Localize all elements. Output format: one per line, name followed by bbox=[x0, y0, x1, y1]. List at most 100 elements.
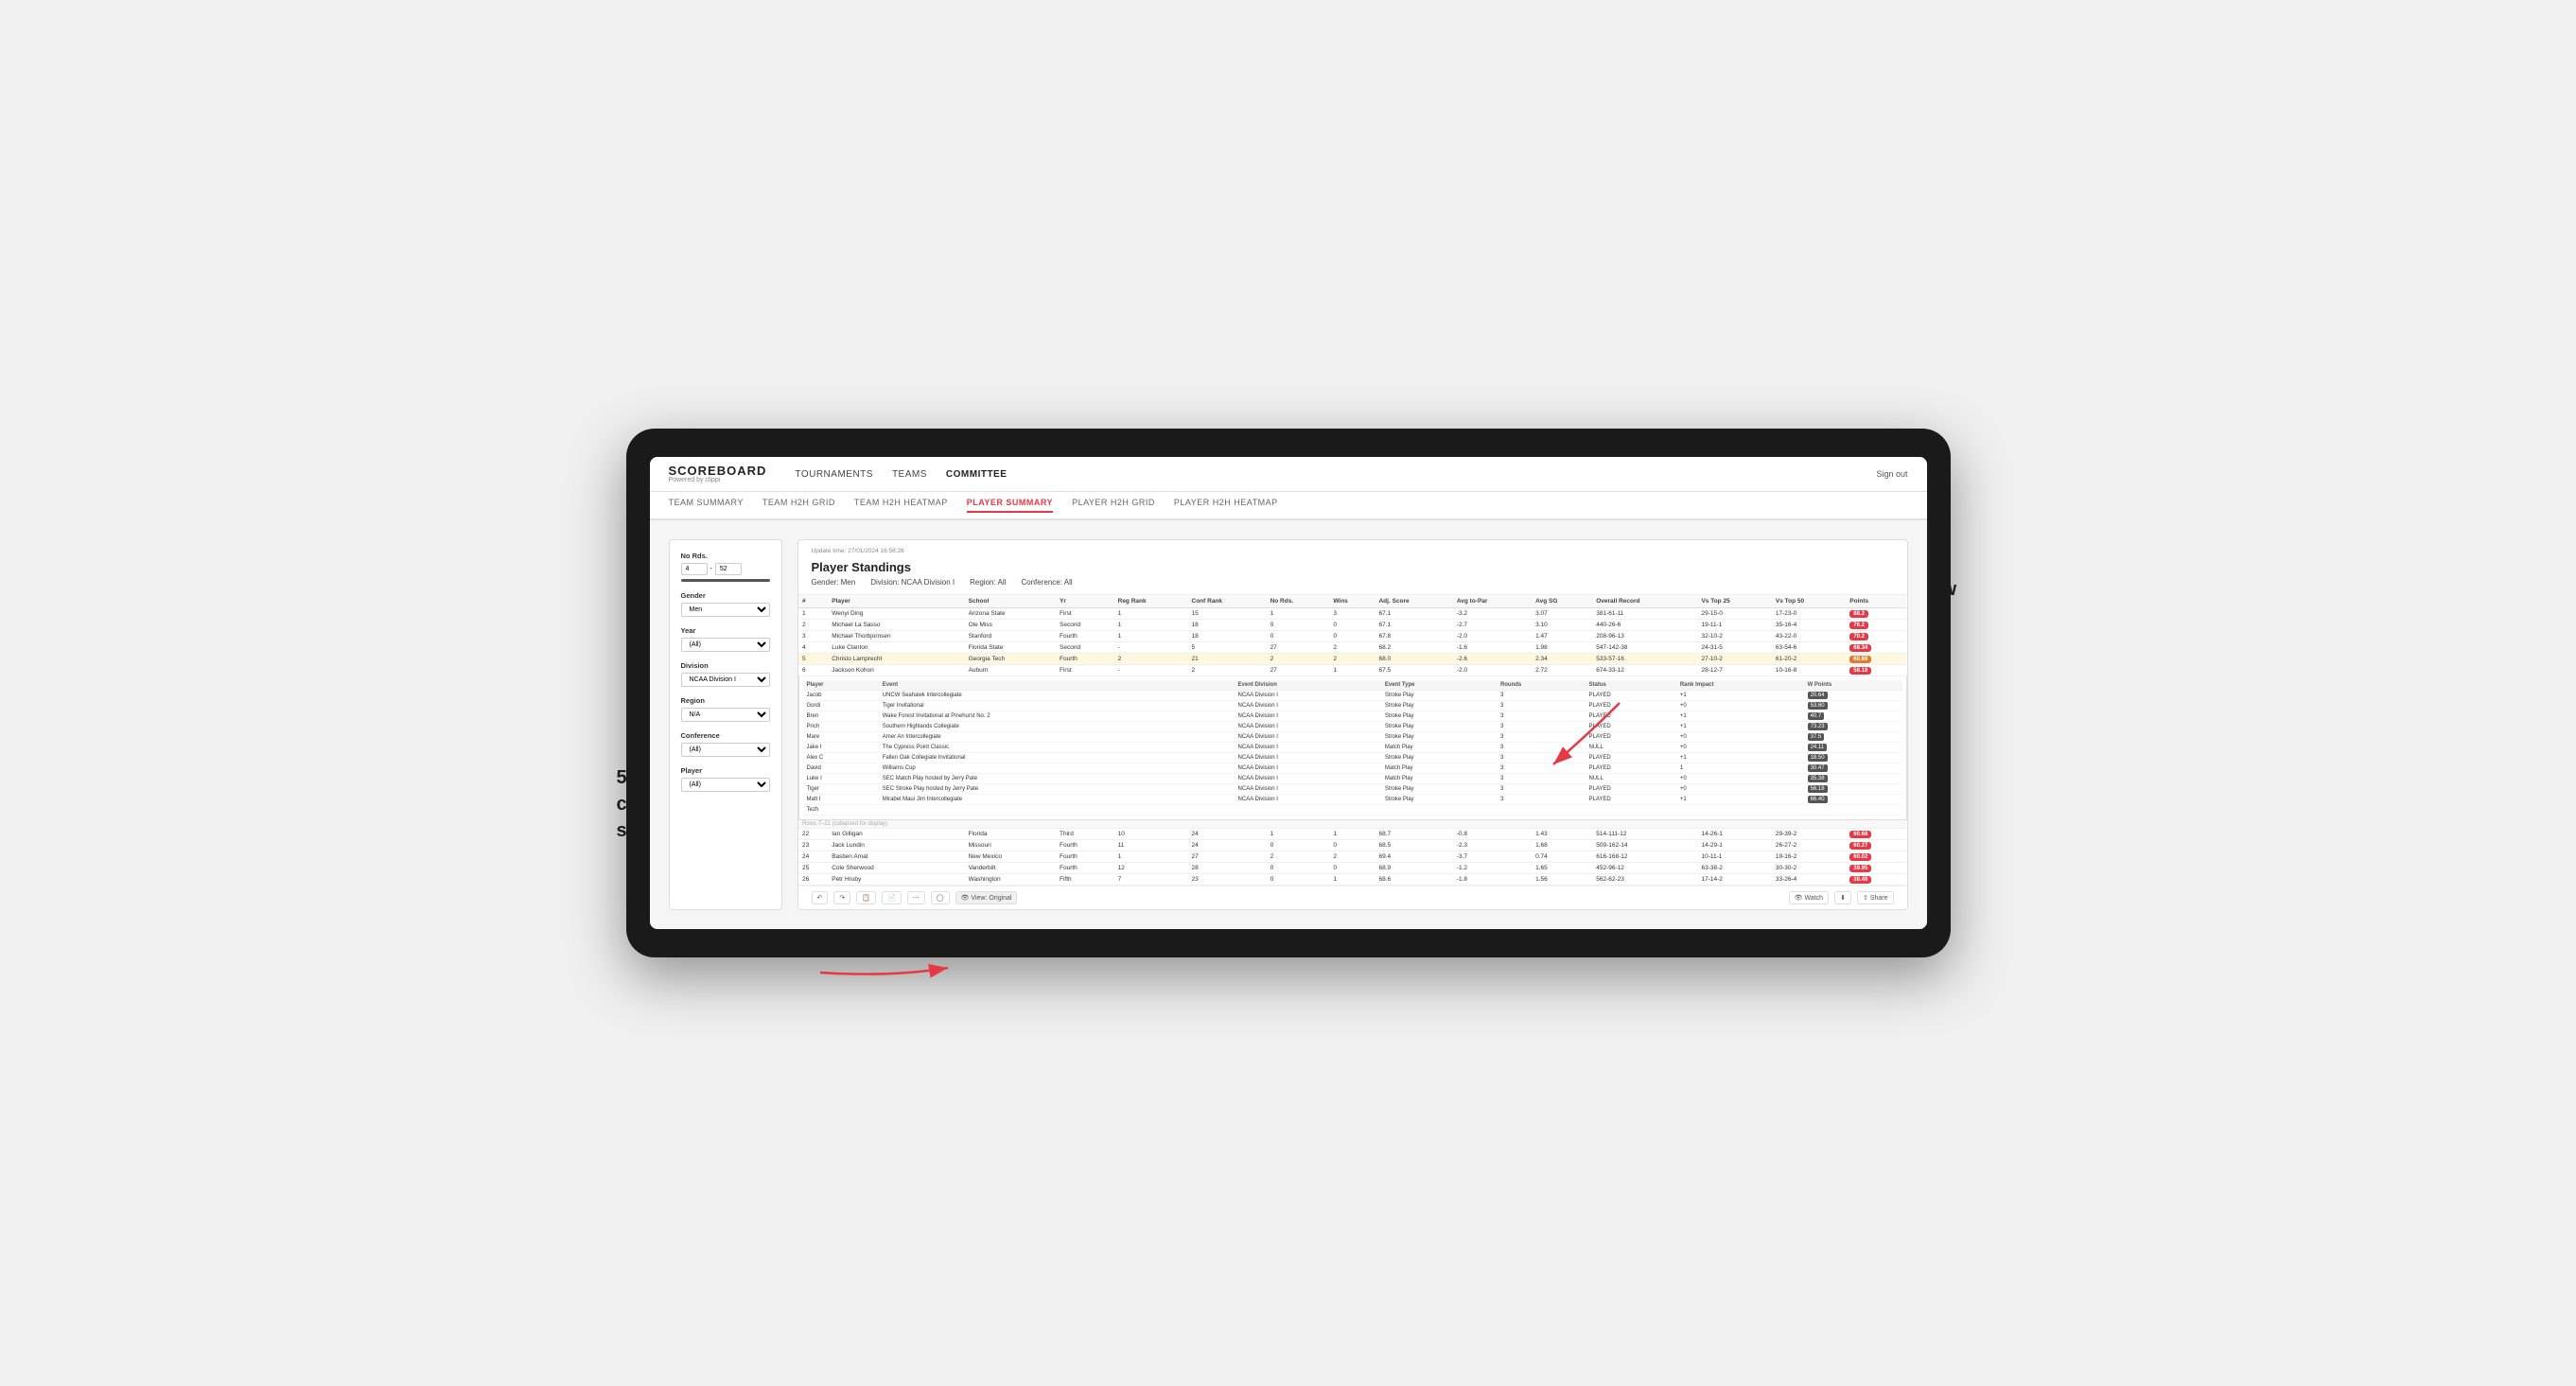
filter-region-section: Region N/A bbox=[681, 696, 770, 722]
tooltip-row: Player Event Event Division Event Type R… bbox=[798, 676, 1906, 820]
redo-button[interactable]: ↷ bbox=[833, 891, 850, 904]
points-badge[interactable]: 60.02 bbox=[1849, 853, 1871, 861]
data-panel-header: Update time: 27/01/2024 16:56:26 Player … bbox=[798, 540, 1907, 595]
th-rds: No Rds. bbox=[1267, 595, 1330, 608]
data-panel: Update time: 27/01/2024 16:56:26 Player … bbox=[797, 539, 1908, 910]
filter-no-rds-dash: - bbox=[710, 566, 712, 572]
th-vs25: Vs Top 25 bbox=[1697, 595, 1771, 608]
watch-button[interactable]: 👁 Watch bbox=[1789, 891, 1829, 904]
nav-link-teams[interactable]: TEAMS bbox=[892, 469, 927, 480]
filter-no-rds-label: No Rds. bbox=[681, 552, 770, 560]
view-label: View: Original bbox=[971, 895, 1011, 902]
tooltip-data-row: Matt IMirabel Maui Jim IntercollegiateNC… bbox=[803, 795, 1902, 805]
nav-right: Sign out bbox=[1876, 469, 1907, 479]
tooltip-data-row: MareAmer An IntercollegiateNCAA Division… bbox=[803, 732, 1902, 743]
sub-nav-player-summary[interactable]: PLAYER SUMMARY bbox=[967, 498, 1053, 513]
filter-no-rds-min[interactable] bbox=[681, 563, 708, 575]
th-adj-score: Adj. Score bbox=[1375, 595, 1452, 608]
paste-button[interactable]: 📄 bbox=[882, 891, 902, 904]
filter-player-select[interactable]: (All) bbox=[681, 778, 770, 792]
cell-points[interactable]: 88.2 bbox=[1846, 608, 1906, 620]
share-button[interactable]: ⇧ Share bbox=[1857, 891, 1894, 904]
cell-wins: 3 bbox=[1329, 608, 1375, 620]
points-badge[interactable]: 76.2 bbox=[1849, 622, 1868, 629]
tooltip-data-row: Alex CFallen Oak Collegiate Invitational… bbox=[803, 753, 1902, 763]
nav-link-committee[interactable]: COMMITTEE bbox=[946, 469, 1008, 480]
cell-reg-rank: 1 bbox=[1114, 608, 1188, 620]
cell-to-par: -3.2 bbox=[1453, 608, 1532, 620]
more-button[interactable]: ⋯ bbox=[907, 891, 925, 904]
tablet-frame: SCOREBOARD Powered by clippi TOURNAMENTS… bbox=[626, 429, 1951, 957]
nav-link-tournaments[interactable]: TOURNAMENTS bbox=[795, 469, 873, 480]
table-row: Rows 7–21 (collapsed for display) bbox=[798, 820, 1906, 829]
filter-slider-fill bbox=[681, 579, 770, 582]
copy-button[interactable]: 📋 bbox=[856, 891, 876, 904]
table-scroll-area[interactable]: # Player School Yr Reg Rank Conf Rank No… bbox=[798, 595, 1907, 886]
cell-rank: 1 bbox=[798, 608, 828, 620]
cell-record: 381-61-11 bbox=[1592, 608, 1697, 620]
sign-out-link[interactable]: Sign out bbox=[1876, 469, 1907, 479]
filter-conference-select[interactable]: (All) bbox=[681, 743, 770, 757]
data-panel-filters: Gender: Men Division: NCAA Division I Re… bbox=[812, 578, 1894, 587]
points-badge[interactable]: 60.89 bbox=[1849, 656, 1871, 663]
filter-gender-select[interactable]: Men Women bbox=[681, 603, 770, 617]
tooltip-table: Player Event Event Division Event Type R… bbox=[803, 680, 1902, 816]
points-badge[interactable]: 88.2 bbox=[1849, 610, 1868, 618]
nav-bar: SCOREBOARD Powered by clippi TOURNAMENTS… bbox=[650, 457, 1927, 492]
points-badge[interactable]: 60.68 bbox=[1849, 831, 1871, 838]
sub-nav-team-summary[interactable]: TEAM SUMMARY bbox=[669, 498, 744, 513]
share-icon: ⇧ bbox=[1863, 894, 1868, 902]
view-original-button[interactable]: 👁 View: Original bbox=[955, 891, 1018, 904]
tooltip-data-row: JacobUNCW Seahawk IntercollegiateNCAA Di… bbox=[803, 691, 1902, 701]
tooltip-data-row: Jake IThe Cypress Point ClassicNCAA Divi… bbox=[803, 743, 1902, 753]
tooltip-cell: Player Event Event Division Event Type R… bbox=[798, 676, 1906, 820]
cell-school: Arizona State bbox=[965, 608, 1056, 620]
points-badge[interactable]: 70.2 bbox=[1849, 633, 1868, 640]
filter-year-select[interactable]: (All) bbox=[681, 638, 770, 652]
undo-button[interactable]: ↶ bbox=[812, 891, 829, 904]
filter-chip-conference: Conference: All bbox=[1021, 578, 1072, 587]
sub-nav-team-h2h-grid[interactable]: TEAM H2H GRID bbox=[762, 498, 835, 513]
share-label: Share bbox=[1870, 895, 1888, 902]
tooltip-data-row: TigerSEC Stroke Play hosted by Jerry Pat… bbox=[803, 784, 1902, 795]
settings-button[interactable]: ◯ bbox=[931, 891, 950, 904]
filter-player-section: Player (All) bbox=[681, 766, 770, 792]
filter-division-select[interactable]: NCAA Division I bbox=[681, 673, 770, 687]
sub-nav: TEAM SUMMARY TEAM H2H GRID TEAM H2H HEAT… bbox=[650, 492, 1927, 520]
filter-region-select[interactable]: N/A bbox=[681, 708, 770, 722]
sub-nav-player-h2h-heatmap[interactable]: PLAYER H2H HEATMAP bbox=[1174, 498, 1278, 513]
sub-nav-player-h2h-grid[interactable]: PLAYER H2H GRID bbox=[1072, 498, 1155, 513]
points-badge[interactable]: 60.27 bbox=[1849, 842, 1871, 850]
filter-chip-region: Region: All bbox=[970, 578, 1006, 587]
filter-gender-label: Gender bbox=[681, 591, 770, 600]
filter-gender-section: Gender Men Women bbox=[681, 591, 770, 617]
table-header-row: # Player School Yr Reg Rank Conf Rank No… bbox=[798, 595, 1906, 608]
tablet-screen: SCOREBOARD Powered by clippi TOURNAMENTS… bbox=[650, 457, 1927, 929]
bottom-bar: ↶ ↷ 📋 📄 ⋯ ◯ 👁 View: Original 👁 bbox=[798, 886, 1907, 909]
cell-adj-score: 67.1 bbox=[1375, 608, 1452, 620]
left-arrow bbox=[820, 968, 948, 974]
points-badge[interactable]: 68.34 bbox=[1849, 644, 1871, 652]
filter-player-label: Player bbox=[681, 766, 770, 775]
table-row: 4 Luke Clanton Florida State Second - 5 … bbox=[798, 642, 1906, 654]
filter-conference-section: Conference (All) bbox=[681, 731, 770, 757]
tooltip-data-row: Luke ISEC Match Play hosted by Jerry Pat… bbox=[803, 774, 1902, 784]
cell-yr: First bbox=[1056, 608, 1114, 620]
points-badge[interactable]: 39.95 bbox=[1849, 865, 1871, 872]
download-button[interactable]: ⬇ bbox=[1834, 891, 1851, 904]
sub-nav-team-h2h-heatmap[interactable]: TEAM H2H HEATMAP bbox=[854, 498, 948, 513]
table-row: 25 Cole Sherwood Vanderbilt Fourth 12 28… bbox=[798, 863, 1906, 874]
tooltip-header-row: Player Event Event Division Event Type R… bbox=[803, 680, 1902, 691]
filter-slider[interactable] bbox=[681, 579, 770, 582]
points-badge[interactable]: 38.49 bbox=[1849, 876, 1871, 884]
tooltip-data-row: Tezh bbox=[803, 805, 1902, 816]
filter-division-section: Division NCAA Division I bbox=[681, 661, 770, 687]
filter-no-rds-max[interactable] bbox=[715, 563, 742, 575]
points-badge[interactable]: 58.18 bbox=[1849, 667, 1871, 675]
bottom-right: 👁 Watch ⬇ ⇧ Share bbox=[1789, 891, 1894, 904]
nav-links: TOURNAMENTS TEAMS COMMITTEE bbox=[795, 469, 1848, 480]
cell-avg-sg: 3.07 bbox=[1532, 608, 1592, 620]
table-row: 2 Michael La Sasso Ole Miss Second 1 18 … bbox=[798, 620, 1906, 631]
filter-chip-division: Division: NCAA Division I bbox=[870, 578, 955, 587]
view-icon: 👁 bbox=[961, 894, 970, 902]
